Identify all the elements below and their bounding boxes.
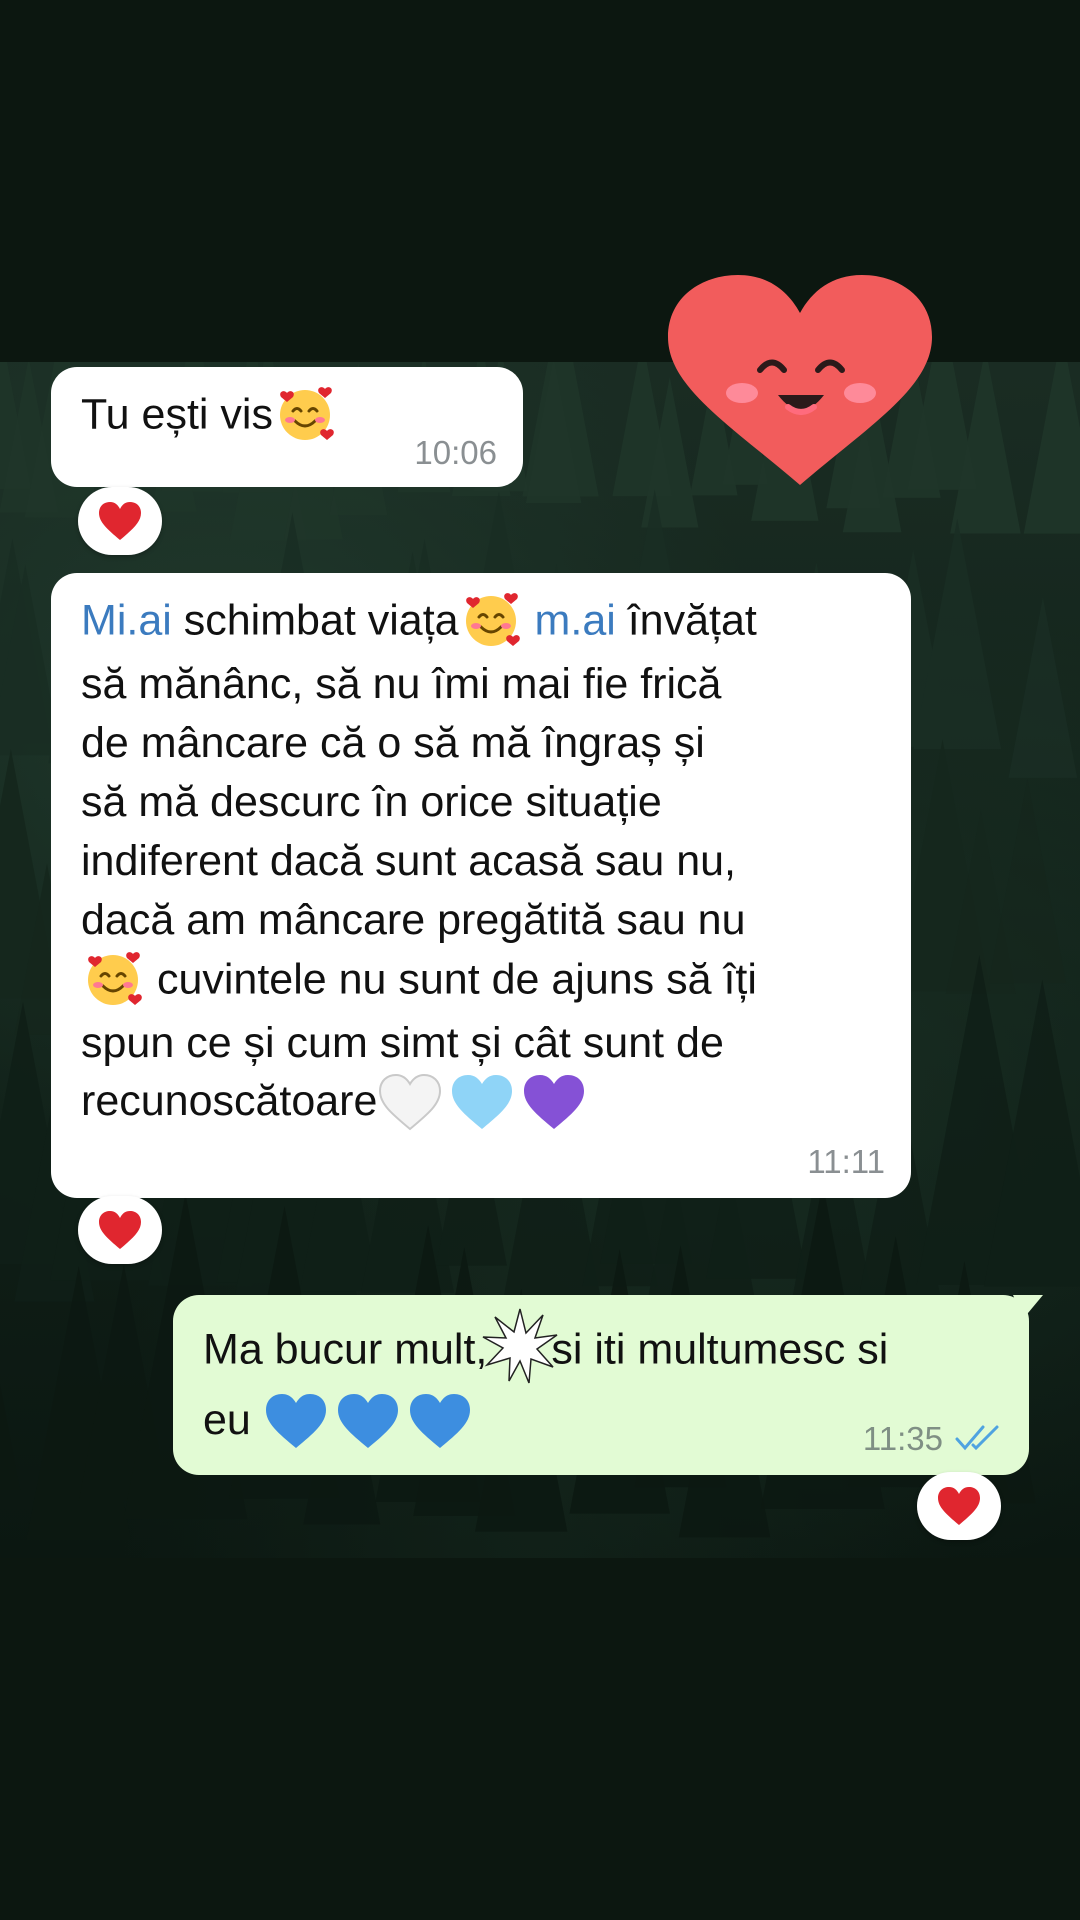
message-line: dacă am mâncare pregătită sau nu (81, 895, 746, 944)
outgoing-message-bubble[interactable]: Ma bucur mult, si iti multumesc si eu 11:… (173, 1295, 1043, 1475)
mention-link[interactable]: m.ai (535, 596, 616, 644)
message-time: 11:35 (862, 1419, 943, 1457)
message-line: Ma bucur mult, si iti multumesc si (203, 1308, 999, 1391)
message-time: 10:06 (414, 433, 497, 471)
smiling-face-with-hearts-icon (279, 387, 334, 440)
smiling-face-with-hearts-icon (465, 593, 520, 646)
pine-tree-shape (0, 1384, 21, 1491)
message-line: de mâncare că o să mă îngraș și (81, 718, 705, 767)
message-line: să mă descurc în orice situație (81, 777, 662, 826)
incoming-message-bubble[interactable]: Mi.ai schimbat viața m.ai învățat să măn… (51, 573, 911, 1198)
pine-tree-shape (522, 362, 599, 497)
message-line: să mănânc, să nu îmi mai fie frică (81, 660, 722, 708)
bubble-tail (1013, 1295, 1043, 1319)
red-heart-icon (938, 1487, 980, 1525)
reaction-badge[interactable] (78, 487, 162, 555)
message-time: 11:11 (807, 1142, 885, 1180)
red-heart-icon (99, 1211, 141, 1249)
chat-screen: Tu ești vis 10:06 Mi.ai schimbat viața m… (0, 0, 1080, 1920)
message-line: cuvintele nu sunt de ajuns să îți (81, 950, 881, 1014)
message-line: Mi.ai schimbat viața m.ai învățat (81, 591, 881, 655)
message-line: spun ce și cum simt și cât sunt de (81, 1018, 724, 1067)
message-line: recunoscătoare (81, 1072, 881, 1134)
blue-heart-icon (265, 1393, 326, 1448)
white-heart-icon (379, 1074, 442, 1131)
red-heart-icon (99, 502, 141, 540)
message-text: Tu ești vis (81, 390, 273, 439)
smiling-face-with-hearts-icon (88, 951, 142, 1005)
pine-tree-shape (1023, 362, 1080, 534)
blue-heart-icon (409, 1393, 470, 1448)
light-blue-heart-icon (452, 1075, 513, 1130)
purple-heart-icon (524, 1075, 585, 1130)
incoming-message-bubble[interactable]: Tu ești vis 10:06 (51, 367, 523, 487)
read-double-check-icon (955, 1425, 999, 1451)
sparkle-burst-icon (483, 1308, 558, 1384)
pine-tree-shape (1008, 597, 1078, 778)
pine-tree-shape (988, 778, 1067, 984)
message-line: indiferent dacă sunt acasă sau nu, (81, 836, 736, 885)
blue-heart-icon (337, 1393, 398, 1448)
smiling-heart-sticker-icon[interactable] (660, 275, 940, 490)
mention-link[interactable]: Mi.ai (81, 596, 172, 644)
reaction-badge[interactable] (917, 1472, 1001, 1540)
reaction-badge[interactable] (78, 1196, 162, 1264)
